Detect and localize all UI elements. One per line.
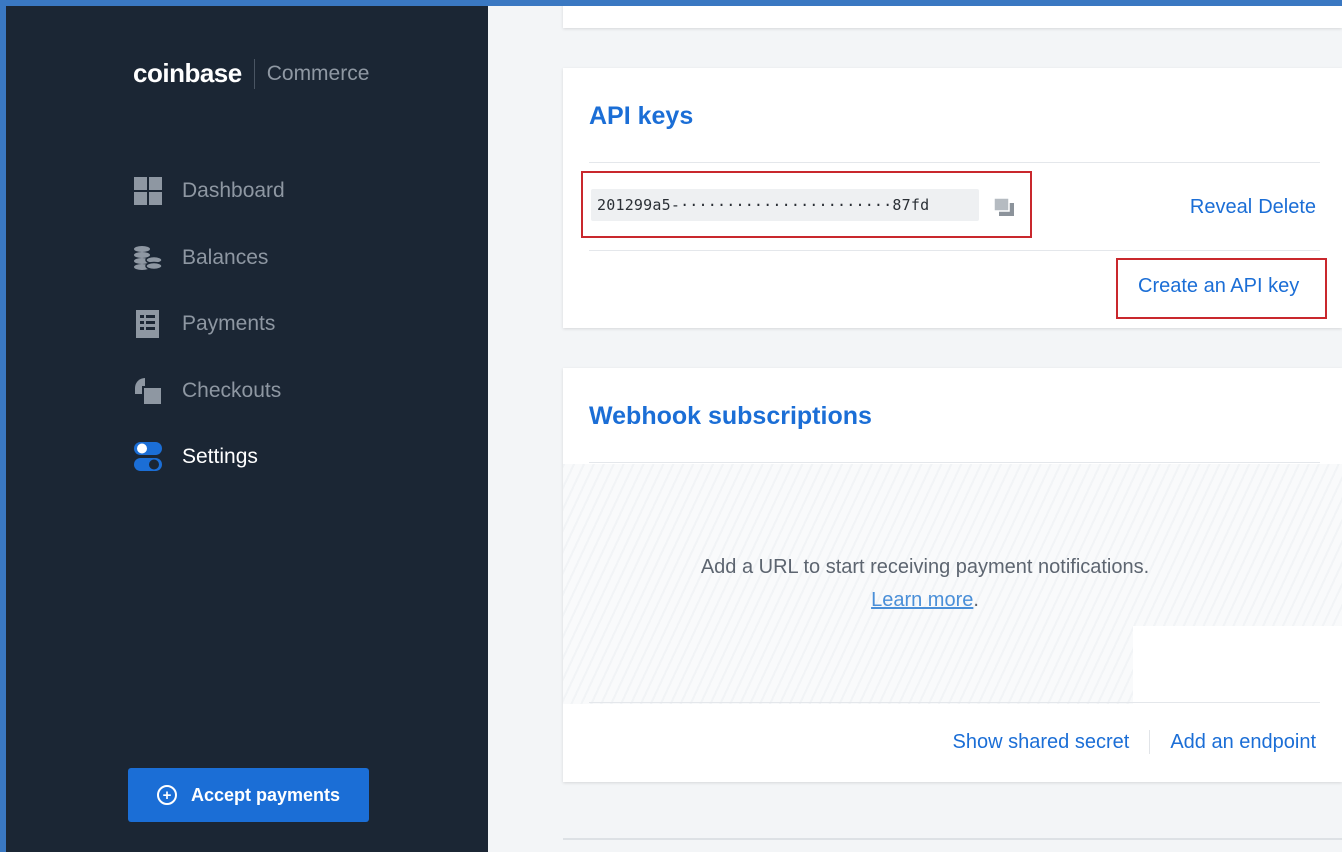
reveal-link[interactable]: Reveal: [1190, 196, 1252, 218]
sidebar-item-label: Settings: [182, 445, 258, 469]
sidebar-item-settings[interactable]: Settings: [133, 424, 285, 491]
api-keys-card: API keys 201299a5-······················…: [563, 68, 1342, 328]
show-shared-secret-link[interactable]: Show shared secret: [953, 731, 1130, 754]
dashboard-icon: [133, 176, 163, 206]
divider: [589, 462, 1320, 463]
main-content: API keys 201299a5-······················…: [488, 6, 1342, 852]
brand-name: coinbase: [133, 58, 242, 88]
sidebar-item-label: Checkouts: [182, 378, 282, 402]
webhook-subscriptions-card: Webhook subscriptions Add a URL to start…: [563, 368, 1342, 782]
sidebar-item-label: Dashboard: [182, 179, 285, 203]
webhook-actions: Show shared secret Add an endpoint: [953, 730, 1316, 754]
toggle-icon: [133, 442, 163, 472]
brand-logo[interactable]: coinbase Commerce: [133, 58, 369, 89]
sidebar-item-payments[interactable]: Payments: [133, 291, 285, 358]
api-key-highlight: 201299a5-·······················87fd: [581, 171, 1032, 238]
divider: [589, 250, 1320, 251]
link-separator: [1149, 730, 1151, 754]
sidebar-nav: Dashboard Balances Payments Checkouts Se…: [133, 158, 285, 491]
learn-more-suffix: .: [973, 589, 979, 611]
api-keys-title: API keys: [589, 102, 694, 130]
webhook-title: Webhook subscriptions: [589, 402, 872, 430]
empty-state-message: Add a URL to start receiving payment not…: [700, 556, 1150, 578]
learn-more-line: Learn more.: [605, 589, 1245, 612]
sidebar-item-dashboard[interactable]: Dashboard: [133, 158, 285, 225]
divider: [589, 162, 1320, 163]
add-endpoint-link[interactable]: Add an endpoint: [1170, 731, 1316, 754]
next-card-edge: [563, 838, 1342, 840]
empty-state-background: [563, 464, 1342, 716]
sidebar-item-label: Balances: [182, 245, 269, 269]
document-icon: [133, 309, 163, 339]
sidebar-item-label: Payments: [182, 312, 276, 336]
brand-product: Commerce: [266, 61, 370, 85]
accept-payments-button[interactable]: + Accept payments: [128, 768, 369, 822]
sidebar: coinbase Commerce Dashboard Balances Pay…: [6, 6, 488, 852]
sidebar-item-checkouts[interactable]: Checkouts: [133, 358, 285, 425]
app-window: coinbase Commerce Dashboard Balances Pay…: [6, 6, 1342, 852]
delete-link[interactable]: Delete: [1258, 196, 1316, 218]
checkout-icon: [133, 376, 163, 406]
accept-payments-label: Accept payments: [190, 784, 341, 805]
sidebar-item-balances[interactable]: Balances: [133, 225, 285, 292]
copy-icon[interactable]: [993, 197, 1015, 217]
create-api-key-highlight: Create an API key: [1116, 258, 1327, 319]
api-key-value[interactable]: 201299a5-·······················87fd: [591, 189, 979, 221]
coins-icon: [133, 243, 163, 273]
plus-circle-icon: +: [156, 785, 177, 805]
key-actions: Reveal Delete: [1190, 196, 1316, 219]
previous-card: [563, 6, 1342, 28]
divider: [589, 702, 1320, 703]
logo-divider: [253, 58, 255, 89]
learn-more-link[interactable]: Learn more: [871, 589, 973, 611]
create-api-key-link[interactable]: Create an API key: [1138, 275, 1299, 298]
